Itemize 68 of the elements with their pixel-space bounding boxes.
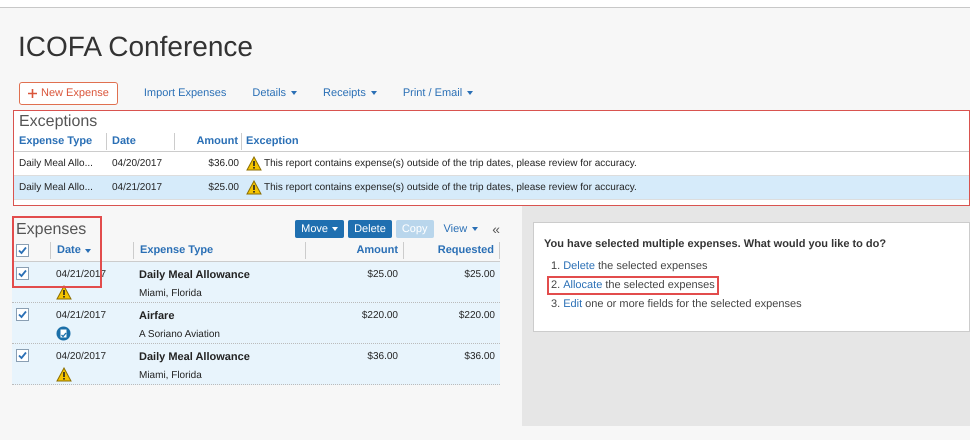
caret-icon (291, 91, 298, 95)
action-link[interactable]: Allocate (563, 276, 602, 294)
panel-title: Exceptions (18, 112, 98, 132)
receipt-icon (56, 326, 71, 341)
table-cell-text: This report contains expense(s) outside of the trip dates, please review for accuracy. (264, 157, 637, 171)
table-cell-text: Miami, Florida (139, 286, 202, 300)
table-cell: $220.00 (458, 310, 495, 321)
table-cell-text: This report contains expense(s) outside of the trip dates, please review for accuracy. (264, 181, 637, 195)
table-cell-text: Miami, Florida (139, 368, 202, 382)
table-cell-text: Daily Meal Allowance (139, 350, 250, 365)
column-header[interactable]: Amount (305, 242, 403, 259)
column-header[interactable]: Expense Type (133, 242, 305, 259)
collapse-button[interactable]: « (488, 222, 500, 236)
actions-prompt: You have selected multiple expenses. What would you like to do? (544, 237, 888, 252)
table-cell-text: 04/20/2017 (56, 350, 106, 364)
exception-row[interactable]: Daily Meal Allo... 04/21/2017 $25.00 This report contains expense(s) outside of the trip dates, please review for accuracy. (14, 176, 969, 200)
caret-icon (472, 227, 478, 231)
action-link[interactable]: Edit (563, 296, 582, 312)
caret-icon (84, 248, 91, 252)
table-cell-text: $36.00 (207, 157, 240, 171)
table-cell: $36.00 (464, 351, 495, 362)
toolbar-link[interactable]: Import Expenses (144, 84, 226, 102)
warning-icon (56, 367, 72, 382)
warning-icon (246, 156, 262, 171)
checkbox[interactable] (16, 267, 29, 280)
column-header[interactable]: Date (50, 242, 133, 259)
table-cell-text: Daily Meal Allo... (18, 157, 94, 171)
panel-title: Expenses (15, 220, 86, 240)
column-header[interactable]: Requested (403, 242, 500, 259)
caret-icon (370, 91, 377, 95)
checkbox[interactable] (16, 308, 29, 321)
checkbox[interactable] (16, 244, 29, 257)
menu-button[interactable]: Receipts (323, 84, 377, 102)
menu-button[interactable]: Print / Email (402, 84, 474, 102)
table-cell-text: Daily Meal Allowance (139, 268, 250, 283)
caret-icon (332, 227, 338, 231)
action-link[interactable]: Delete (563, 258, 595, 274)
expense-row[interactable]: 04/21/2017 Airfare A Soriano Aviation $220.00 $220.00 (12, 303, 500, 344)
expense-row[interactable]: 04/20/2017 Daily Meal Allowance Miami, Florida $36.00 $36.00 (12, 344, 500, 385)
table-cell-text: 04/21/2017 (111, 181, 164, 195)
column-header[interactable]: Exception (242, 133, 969, 150)
checkbox[interactable] (16, 349, 29, 362)
toolbar-button[interactable]: Delete (348, 220, 392, 238)
action-option: 3. Edit one or more fields for the selected expenses (547, 294, 806, 314)
menu-button[interactable]: Details (252, 84, 298, 102)
action-option: 2. Allocate the selected expenses (547, 276, 719, 294)
column-header[interactable]: Amount (175, 133, 242, 150)
table-cell: $25.00 (464, 269, 495, 280)
table-cell: $220.00 (362, 310, 398, 321)
table-cell-text: Daily Meal Allo... (18, 181, 94, 195)
table-cell-text: A Soriano Aviation (139, 328, 220, 342)
column-header[interactable]: Date (107, 133, 175, 150)
table-cell-text: 04/21/2017 (56, 309, 106, 323)
table-cell-text: $25.00 (207, 181, 240, 195)
table-cell: $36.00 (367, 351, 398, 362)
warning-icon (246, 180, 262, 195)
plus-icon (28, 88, 37, 98)
new-expense-button[interactable]: New Expense (19, 82, 118, 104)
table-cell-text: Airfare (139, 309, 174, 324)
action-option: 1. Delete the selected expenses (547, 256, 712, 276)
warning-icon (56, 285, 72, 300)
column-header[interactable]: Expense Type (14, 133, 107, 150)
caret-icon (467, 91, 474, 95)
table-cell: $25.00 (367, 269, 398, 280)
move-menu-button[interactable]: Move (295, 220, 344, 238)
report-title: ICOFA Conference (17, 30, 254, 64)
view-menu-button[interactable]: View (438, 220, 484, 238)
table-cell-text: 04/20/2017 (111, 157, 164, 171)
